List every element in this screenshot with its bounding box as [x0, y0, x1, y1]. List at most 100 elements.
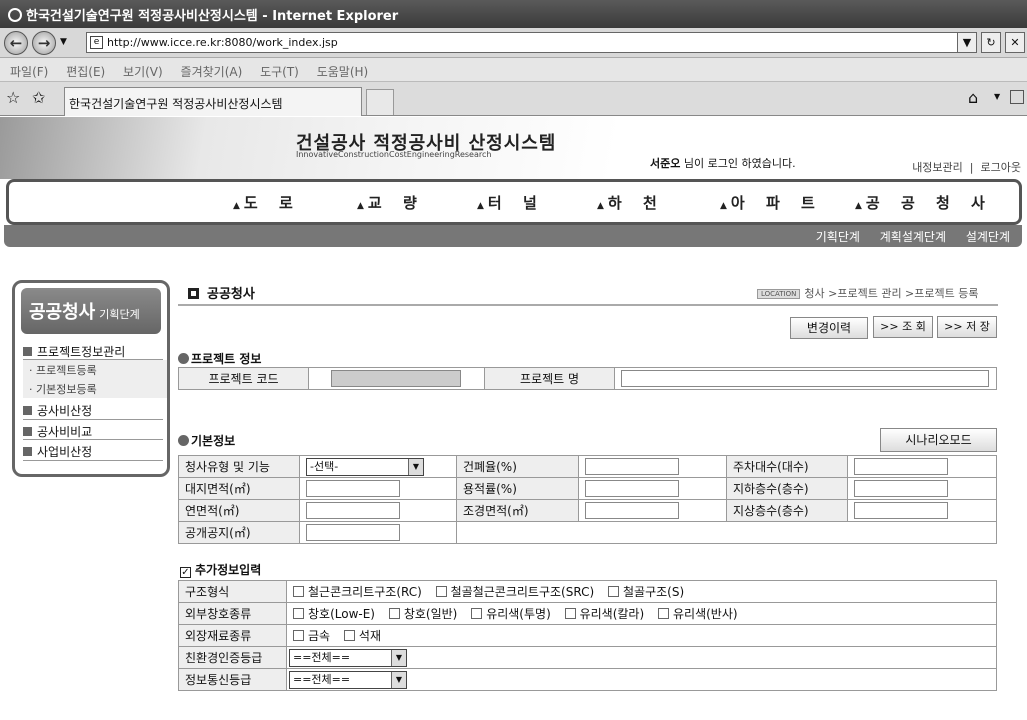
triangle-icon: ▲: [855, 201, 862, 211]
logout-link[interactable]: 로그아웃: [981, 161, 1021, 174]
option-stone[interactable]: 석재: [343, 629, 382, 643]
chevron-down-icon: ▼: [408, 458, 423, 475]
stop-button[interactable]: ✕: [1005, 32, 1025, 53]
eco-grade-select[interactable]: ==전체== ▼: [289, 648, 407, 667]
menu-edit[interactable]: 편집(E): [66, 65, 105, 79]
save-button[interactable]: >> 저 장: [937, 316, 997, 338]
structure-label: 구조형식: [178, 580, 287, 603]
option-lowe[interactable]: 창호(Low-E): [293, 607, 375, 621]
rss-icon[interactable]: [1010, 90, 1024, 104]
triangle-icon: ▲: [720, 201, 727, 211]
stage-schematic[interactable]: 계획설계단계: [880, 230, 946, 244]
option-rc[interactable]: 철근콘크리트구조(RC): [293, 585, 422, 599]
triangle-icon: ▲: [233, 201, 240, 211]
my-info-link[interactable]: 내정보관리: [912, 161, 963, 174]
triangle-icon: ▲: [597, 201, 604, 211]
option-label: 철근콘크리트구조(RC): [308, 585, 422, 599]
checkbox[interactable]: [388, 608, 400, 619]
sidebar-item-label: 공사비산정: [37, 404, 93, 418]
option-label: 창호(일반): [403, 607, 458, 621]
floor-area-field[interactable]: [306, 502, 400, 519]
history-dropdown-icon[interactable]: ▼: [60, 37, 67, 47]
landscape-field[interactable]: [585, 502, 679, 519]
checkbox[interactable]: [293, 630, 304, 641]
option-normal[interactable]: 창호(일반): [388, 607, 458, 621]
add-favorites-icon[interactable]: ✩: [32, 88, 45, 107]
checkbox[interactable]: [293, 586, 304, 597]
history-button[interactable]: 변경이력: [790, 317, 868, 339]
public-space-field[interactable]: [306, 524, 400, 541]
refresh-button[interactable]: ↻: [981, 32, 1001, 53]
forward-button[interactable]: →: [32, 31, 56, 55]
menu-favorites[interactable]: 즐겨찾기(A): [181, 65, 243, 79]
tab-bar: ☆ ✩ 한국건설기술연구원 적정공사비산정시스템 ⌂ ▼: [0, 82, 1027, 116]
option-clear-glass[interactable]: 유리색(투명): [471, 607, 551, 621]
checkbox[interactable]: [293, 608, 304, 619]
sidebar-item-cost-compare[interactable]: 공사비비교: [23, 423, 163, 440]
home-icon[interactable]: ⌂: [968, 88, 978, 107]
site-area-cell: [299, 477, 457, 500]
nav-river[interactable]: ▲ 하 천: [597, 192, 665, 213]
checkbox[interactable]: [343, 630, 355, 641]
favorites-star-icon[interactable]: ☆: [6, 88, 20, 107]
checkbox[interactable]: [564, 608, 576, 619]
sidebar-item-project-register[interactable]: · 프로젝트등록: [23, 360, 167, 379]
stage-design[interactable]: 설계단계: [966, 230, 1010, 244]
parking-cell: [847, 455, 997, 478]
site-area-field[interactable]: [306, 480, 400, 497]
project-name-label: 프로젝트 명: [484, 367, 615, 390]
tab-active[interactable]: 한국건설기술연구원 적정공사비산정시스템: [64, 87, 362, 116]
search-button[interactable]: >> 조 회: [873, 316, 933, 338]
coverage-label: 건폐율(%): [456, 455, 579, 478]
menu-help[interactable]: 도움말(H): [317, 65, 369, 79]
checkbox[interactable]: [471, 608, 483, 619]
checkbox[interactable]: [658, 608, 669, 619]
square-icon: [23, 347, 32, 356]
stage-planning[interactable]: 기획단계: [816, 230, 860, 244]
checkbox[interactable]: [435, 586, 447, 597]
option-metal[interactable]: 금속: [293, 629, 330, 643]
address-bar-row: ← → ▼ e http://www.icce.re.kr:8080/work_…: [0, 28, 1027, 58]
nav-public-building[interactable]: ▲ 공 공 청 사: [855, 192, 993, 213]
sidebar-item-cost-estimate[interactable]: 공사비산정: [23, 402, 163, 419]
nav-bridge[interactable]: ▲ 교 량: [357, 192, 425, 213]
option-s[interactable]: 철골구조(S): [607, 585, 684, 599]
option-reflect-glass[interactable]: 유리색(반사): [658, 607, 738, 621]
project-code-label: 프로젝트 코드: [178, 367, 309, 390]
option-src[interactable]: 철골철근콘크리트구조(SRC): [435, 585, 594, 599]
extra-info-checkbox[interactable]: ✓: [180, 567, 191, 578]
checkbox[interactable]: [607, 586, 619, 597]
scenario-mode-button[interactable]: 시나리오모드: [880, 428, 997, 452]
nav-bridge-label: 교 량: [367, 194, 425, 212]
project-name-field[interactable]: [621, 370, 989, 387]
nav-road[interactable]: ▲ 도 로: [233, 192, 301, 213]
menu-view[interactable]: 보기(V): [123, 65, 163, 79]
ict-grade-select[interactable]: ==전체== ▼: [289, 670, 407, 689]
basement-field[interactable]: [854, 480, 948, 497]
option-color-glass[interactable]: 유리색(칼라): [564, 607, 644, 621]
option-label: 석재: [358, 629, 382, 643]
nav-tunnel[interactable]: ▲ 터 널: [477, 192, 545, 213]
url-dropdown-button[interactable]: ▼: [957, 32, 977, 53]
parking-field[interactable]: [854, 458, 948, 475]
url-input[interactable]: e http://www.icce.re.kr:8080/work_index.…: [86, 32, 976, 53]
far-field[interactable]: [585, 480, 679, 497]
back-button[interactable]: ←: [4, 31, 28, 55]
tab-title: 한국건설기술연구원 적정공사비산정시스템: [69, 97, 283, 111]
chevron-down-icon: ▼: [391, 671, 406, 688]
nav-apartment[interactable]: ▲ 아 파 트: [720, 192, 823, 213]
sidebar-item-project-cost[interactable]: 사업비산정: [23, 443, 163, 460]
structure-cell: 철근콘크리트구조(RC) 철골철근콘크리트구조(SRC) 철골구조(S): [286, 580, 997, 603]
window-type-label: 외부창호종류: [178, 602, 287, 625]
home-dropdown-icon[interactable]: ▼: [994, 92, 1000, 101]
building-type-select[interactable]: -선택- ▼: [306, 457, 424, 476]
above-ground-field[interactable]: [854, 502, 948, 519]
sidebar-item-basic-info[interactable]: · 기본정보등록: [23, 379, 167, 398]
sidebar-item-project-info[interactable]: 프로젝트정보관리: [23, 343, 163, 360]
new-tab-button[interactable]: [366, 89, 394, 115]
building-type-label: 청사유형 및 기능: [178, 455, 300, 478]
menu-file[interactable]: 파일(F): [10, 65, 48, 79]
breadcrumb-text: 청사 >프로젝트 관리 >프로젝트 등록: [804, 287, 979, 300]
menu-tools[interactable]: 도구(T): [260, 65, 299, 79]
coverage-field[interactable]: [585, 458, 679, 475]
